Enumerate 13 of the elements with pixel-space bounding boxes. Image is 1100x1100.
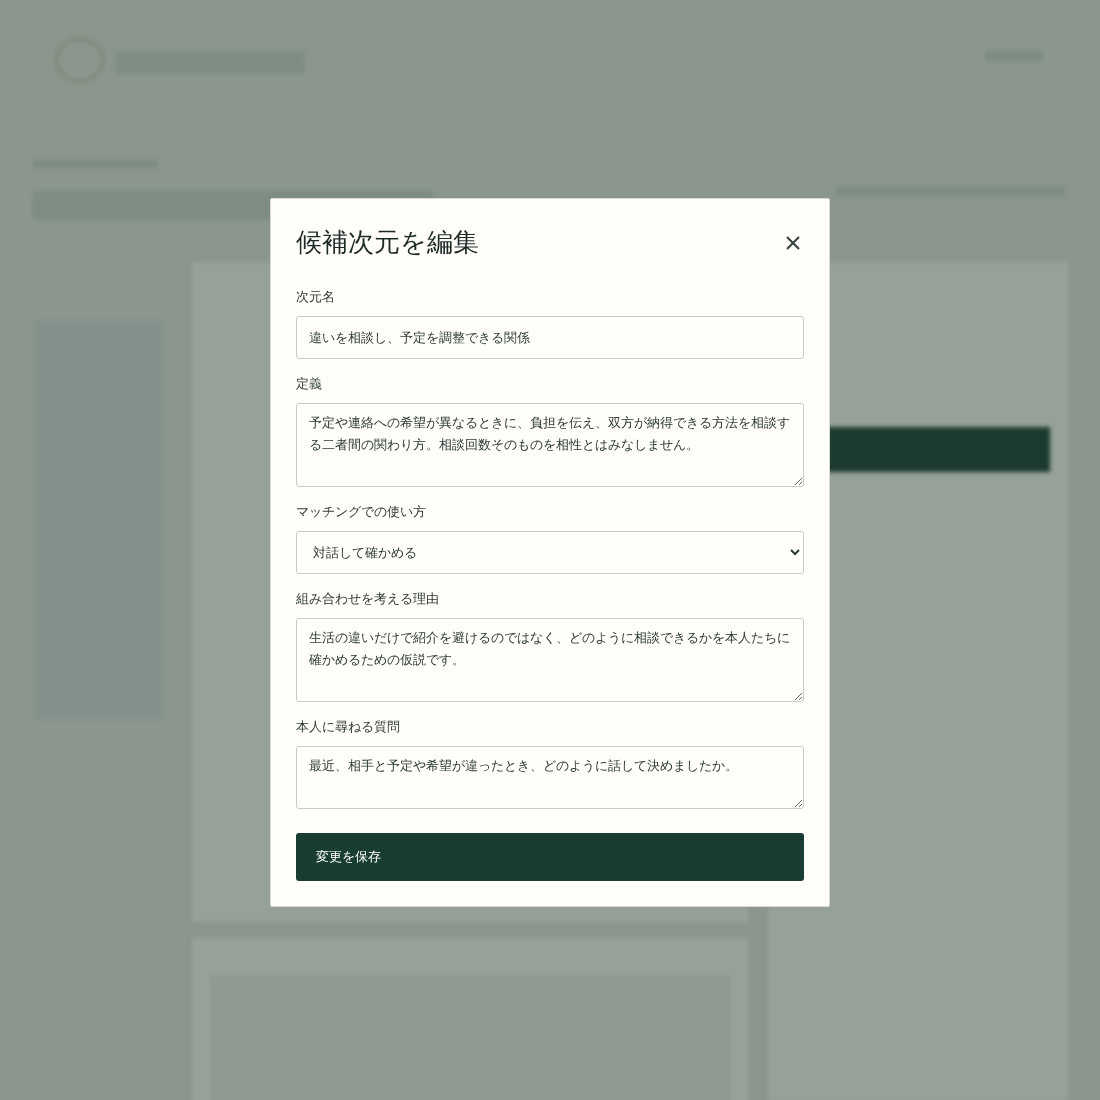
close-icon [786,235,800,250]
textarea-field[interactable]: 生活の違いだけで紹介を避けるのではなく、どのように相談できるかを本人たちに確かめるための仮説です。 [296,618,804,702]
save-button[interactable]: 変更を保存 [296,833,804,881]
field-label: マッチングでの使い方 [296,503,427,521]
field-label: 定義 [296,375,323,393]
field-label: 次元名 [296,288,336,306]
dialog-title: 候補次元を編集 [296,226,479,259]
field-label: 組み合わせを考える理由 [296,590,440,608]
field-label: 本人に尋ねる質問 [296,718,401,736]
text-field[interactable]: 違いを相談し、予定を調整できる関係 [296,316,804,359]
textarea-field[interactable]: 予定や連絡への希望が異なるときに、負担を伝え、双方が納得できる方法を相談する二者間の関わり方。相談回数そのものを相性とはみなしません。 [296,403,804,487]
select-dropdown[interactable]: 対話して確かめる [296,531,804,574]
textarea-field[interactable]: 最近、相手と予定や希望が違ったとき、どのように話して決めましたか。 [296,746,804,809]
